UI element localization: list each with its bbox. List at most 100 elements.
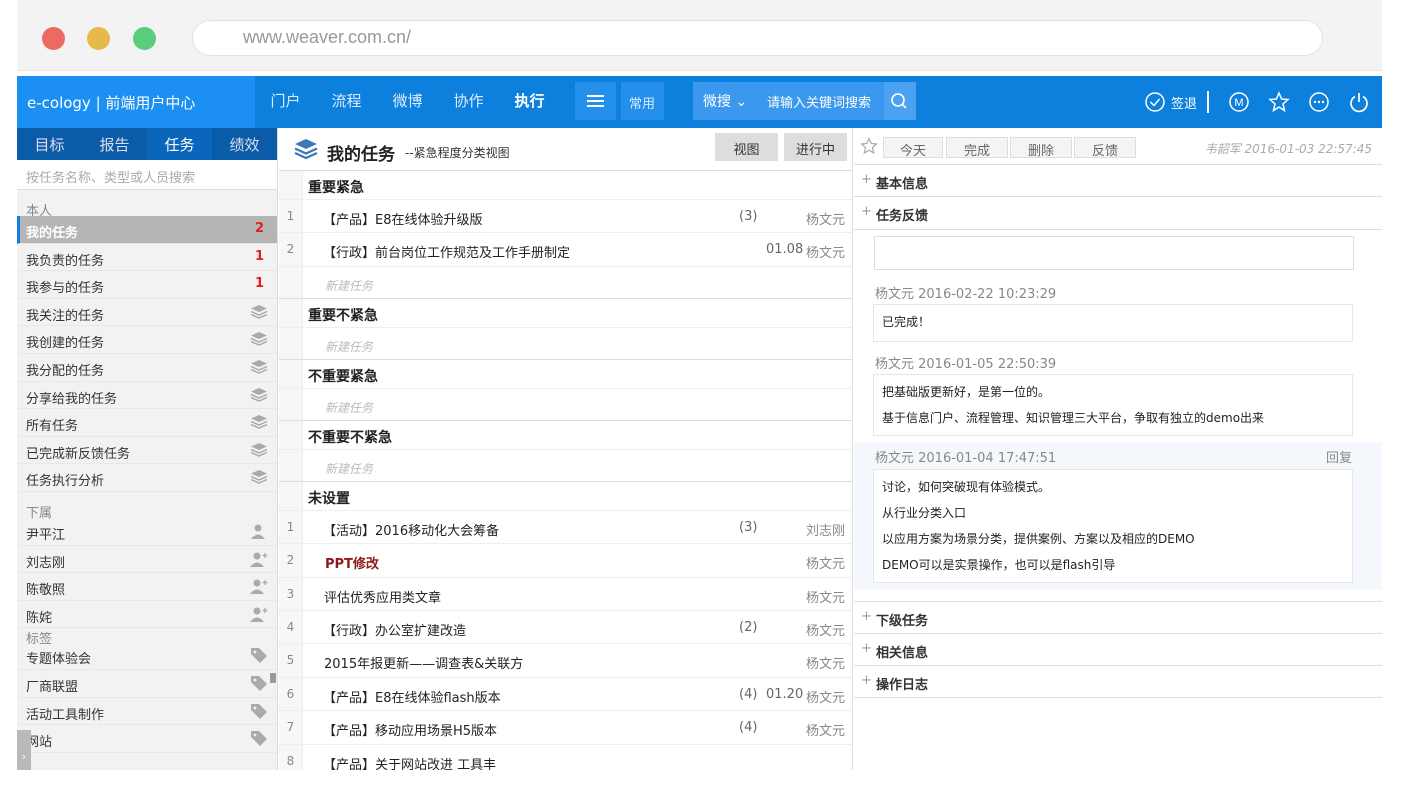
subordinate-item[interactable]: 尹平江: [17, 518, 277, 546]
feedback-button[interactable]: 反馈: [1074, 137, 1136, 159]
view-button[interactable]: 视图: [715, 133, 778, 161]
tag-item[interactable]: 活动工具制作: [17, 698, 277, 726]
sidebar-item-label: 我关注的任务: [26, 308, 105, 324]
collapse-sidebar-button[interactable]: ›: [17, 730, 31, 770]
task-row[interactable]: 1 【活动】2016移动化大会筹备 (3) 刘志刚: [279, 510, 852, 545]
tag-item[interactable]: 网站: [17, 725, 277, 753]
task-name[interactable]: 【行政】前台岗位工作规范及工作手册制定: [323, 242, 570, 261]
top-right-tools: 签退 M: [1144, 76, 1382, 128]
plus-icon: +: [861, 609, 872, 624]
tab-reports[interactable]: 报告: [82, 128, 147, 160]
nav-portal[interactable]: 门户: [255, 76, 316, 128]
task-name[interactable]: 【产品】E8在线体验升级版: [323, 209, 483, 228]
minimize-window-dot[interactable]: [87, 27, 110, 50]
task-search-input[interactable]: 按任务名称、类型或人员搜索: [17, 160, 277, 190]
task-row[interactable]: 1 【产品】E8在线体验升级版 (3) 杨文元: [279, 200, 852, 234]
section-basic-info[interactable]: + 基本信息: [854, 165, 1382, 197]
menu-button[interactable]: [575, 82, 616, 120]
add-user-icon[interactable]: [250, 551, 268, 567]
task-name[interactable]: 【活动】2016移动化大会筹备: [323, 520, 499, 539]
sidebar-item[interactable]: 我关注的任务: [17, 299, 277, 327]
subordinate-item[interactable]: 刘志刚: [17, 546, 277, 574]
layers-icon: [250, 442, 268, 458]
favorite-star-icon[interactable]: [860, 137, 878, 155]
subordinate-name: 陈敬照: [26, 583, 66, 599]
nav-collaboration[interactable]: 协作: [438, 76, 499, 128]
tag-item[interactable]: 专题体验会: [17, 642, 277, 670]
sign-out-button[interactable]: 签退: [1144, 91, 1209, 113]
task-row[interactable]: 4 【行政】办公室扩建改造 (2) 杨文元: [279, 610, 852, 645]
in-progress-button[interactable]: 进行中: [784, 133, 847, 161]
row-number: 5: [279, 644, 303, 677]
task-row[interactable]: 3 评估优秀应用类文章 杨文元: [279, 577, 852, 611]
task-row[interactable]: 7 【产品】移动应用场景H5版本 (4) 杨文元: [279, 711, 852, 745]
tab-tasks[interactable]: 任务: [147, 128, 212, 160]
search-box: 微搜 ⌄ 请输入关键词搜索: [693, 82, 916, 120]
section-related-info[interactable]: + 相关信息: [854, 634, 1382, 666]
add-user-icon[interactable]: [250, 606, 268, 622]
task-row[interactable]: 8 【产品】关于网站改进 工具丰: [279, 744, 852, 770]
new-task-input[interactable]: 新建任务: [279, 389, 852, 421]
tab-goals[interactable]: 目标: [17, 128, 82, 160]
sidebar-scrollbar[interactable]: [270, 673, 276, 683]
task-name[interactable]: 【行政】办公室扩建改造: [323, 620, 466, 639]
task-name[interactable]: 【产品】关于网站改进 工具丰: [323, 754, 496, 770]
nav-workflow[interactable]: 流程: [316, 76, 377, 128]
new-task-input[interactable]: 新建任务: [279, 328, 852, 360]
task-name[interactable]: PPT修改: [325, 553, 379, 572]
tab-performance[interactable]: 绩效: [212, 128, 277, 160]
sidebar-item[interactable]: 我参与的任务 1: [17, 271, 277, 299]
search-type-dropdown[interactable]: 微搜 ⌄: [703, 91, 747, 111]
sidebar-item[interactable]: 我的任务 2: [17, 216, 277, 244]
new-task-input[interactable]: 新建任务: [279, 450, 852, 482]
reply-link[interactable]: 回复: [1326, 447, 1352, 466]
section-task-feedback[interactable]: + 任务反馈: [854, 197, 1382, 229]
task-row[interactable]: 2 PPT修改 杨文元: [279, 544, 852, 578]
section-subtasks[interactable]: + 下级任务: [854, 602, 1382, 634]
sidebar-item[interactable]: 我负责的任务 1: [17, 244, 277, 272]
tag-item[interactable]: 厂商联盟: [17, 670, 277, 698]
task-name[interactable]: 评估优秀应用类文章: [324, 587, 441, 606]
subordinate-item[interactable]: 陈敬照: [17, 573, 277, 601]
sidebar-item[interactable]: 分享给我的任务: [17, 382, 277, 410]
search-button[interactable]: [884, 82, 916, 120]
task-row[interactable]: 6 【产品】E8在线体验flash版本 (4) 01.20 杨文元: [279, 677, 852, 712]
sidebar-item[interactable]: 我分配的任务: [17, 354, 277, 382]
power-icon[interactable]: [1348, 91, 1370, 113]
more-icon[interactable]: [1308, 91, 1330, 113]
section-operation-log[interactable]: + 操作日志: [854, 666, 1382, 698]
common-button[interactable]: 常用: [621, 82, 664, 120]
task-name[interactable]: 【产品】移动应用场景H5版本: [323, 720, 497, 739]
close-window-dot[interactable]: [42, 27, 65, 50]
complete-button[interactable]: 完成: [946, 137, 1008, 159]
m-mode-icon[interactable]: M: [1228, 91, 1250, 113]
sidebar-item[interactable]: 我创建的任务: [17, 326, 277, 354]
search-input[interactable]: 请输入关键词搜索: [767, 92, 871, 111]
nav-execution[interactable]: 执行: [499, 76, 560, 128]
brand-title[interactable]: e-cology | 前端用户中心: [17, 76, 255, 128]
feedback-input[interactable]: [874, 236, 1354, 270]
maximize-window-dot[interactable]: [133, 27, 156, 50]
user-icon[interactable]: [250, 523, 268, 539]
task-groups: 重要紧急 1 【产品】E8在线体验升级版 (3) 杨文元 2 【行政】前台岗位工作规范及工…: [279, 171, 852, 770]
star-icon[interactable]: [1268, 91, 1290, 113]
task-name[interactable]: 【产品】E8在线体验flash版本: [323, 687, 501, 706]
sidebar-item[interactable]: 已完成新反馈任务: [17, 437, 277, 465]
delete-button[interactable]: 删除: [1010, 137, 1072, 159]
new-task-input[interactable]: 新建任务: [279, 267, 852, 299]
sidebar-item[interactable]: 所有任务: [17, 409, 277, 437]
add-user-icon[interactable]: [250, 578, 268, 595]
task-row[interactable]: 5 2015年报更新——调查表&关联方 杨文元: [279, 644, 852, 678]
sidebar-item[interactable]: 任务执行分析: [17, 464, 277, 492]
task-row[interactable]: 2 【行政】前台岗位工作规范及工作手册制定 01.08 杨文元: [279, 233, 852, 267]
today-button[interactable]: 今天: [883, 137, 943, 159]
sidebar-item-label: 所有任务: [26, 419, 79, 435]
subordinate-item[interactable]: 陈姹: [17, 601, 277, 629]
main-nav: 门户 流程 微博 协作 执行: [255, 76, 560, 128]
nav-weibo[interactable]: 微博: [377, 76, 438, 128]
feedback-author: 杨文元 2016-01-05 22:50:39: [875, 357, 1057, 372]
row-number: 7: [279, 711, 303, 744]
tag-label: 厂商联盟: [26, 679, 79, 695]
task-name[interactable]: 2015年报更新——调查表&关联方: [324, 653, 523, 672]
url-bar[interactable]: www.weaver.com.cn/: [192, 20, 1323, 56]
